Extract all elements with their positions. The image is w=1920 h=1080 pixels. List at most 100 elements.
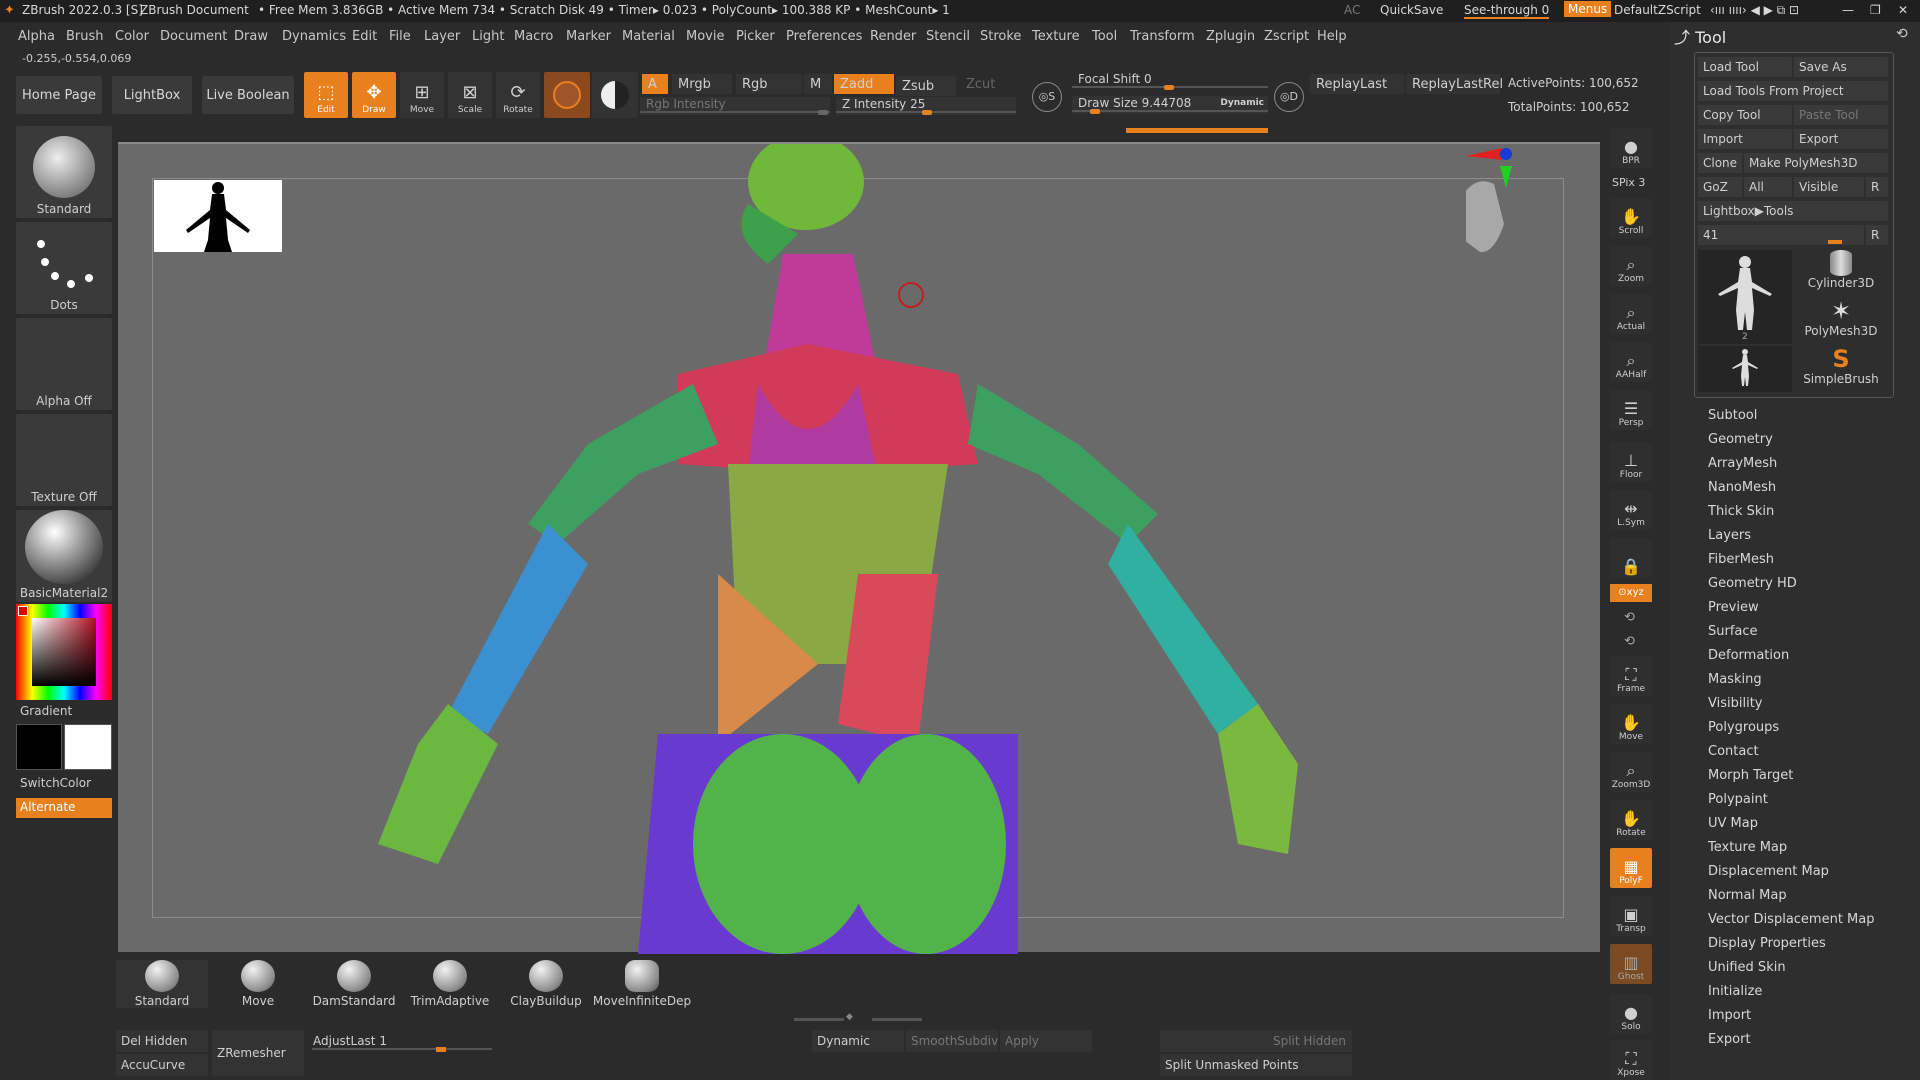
secondary-color-swatch[interactable] [16,724,62,770]
polymesh3d-tool[interactable]: ✶ PolyMesh3D [1794,298,1888,344]
brush-selector[interactable]: Standard [16,126,112,218]
accucurve-button[interactable]: AccuCurve [116,1054,208,1076]
zcut-button[interactable]: Zcut [960,74,1018,94]
subpalette-geometry[interactable]: Geometry [1708,432,1773,447]
texture-selector[interactable]: Texture Off [16,414,112,506]
subpalette-polygroups[interactable]: Polygroups [1708,720,1779,735]
rotate-y-icon[interactable]: ⟲ [1624,610,1635,625]
edit-mode-button[interactable]: ⬚ Edit [304,72,348,118]
subpalette-normal-map[interactable]: Normal Map [1708,888,1787,903]
subpalette-masking[interactable]: Masking [1708,672,1762,687]
brush-damstandard[interactable]: DamStandard [308,960,400,1008]
main-color-swatch[interactable] [64,724,112,770]
menu-zplugin[interactable]: Zplugin [1206,29,1255,44]
color-picker[interactable] [16,604,112,700]
frame-button[interactable]: ⛶ Frame [1610,656,1652,696]
goz-all-button[interactable]: All [1744,177,1792,197]
brush-move[interactable]: Move [212,960,304,1008]
xpose-button[interactable]: ⛶ Xpose [1610,1040,1652,1080]
quicksave-button[interactable]: QuickSave [1380,3,1443,17]
del-hidden-button[interactable]: Del Hidden [116,1030,208,1052]
goz-button[interactable]: GoZ [1698,177,1742,197]
subpalette-thick-skin[interactable]: Thick Skin [1708,504,1774,519]
menu-material[interactable]: Material [622,29,675,44]
menu-macro[interactable]: Macro [514,29,553,44]
z-intensity-slider[interactable]: Z Intensity 25 [836,97,1016,115]
shelf-collapse-handle[interactable]: ◆ [794,1012,924,1022]
rgb-button[interactable]: Rgb [736,74,802,94]
subpalette-geometry-hd[interactable]: Geometry HD [1708,576,1797,591]
zremesher-button[interactable]: ZRemesher [212,1030,304,1076]
rotate-z-icon[interactable]: ⟲ [1624,634,1635,649]
copy-tool-button[interactable]: Copy Tool [1698,105,1792,125]
tool-count-slider[interactable]: 41 [1698,225,1864,245]
goz-r-button[interactable]: R [1866,177,1888,197]
menu-document[interactable]: Document [160,29,227,44]
move-mode-button[interactable]: ⊞ Move [400,72,444,118]
navigation-gizmo[interactable] [1460,144,1526,277]
default-zscript-button[interactable]: DefaultZScript [1614,3,1701,17]
draw-size-dynamic-label[interactable]: Dynamic [1220,98,1264,108]
lock-button[interactable]: 🔒 [1610,538,1652,578]
subpalette-morph-target[interactable]: Morph Target [1708,768,1793,783]
brush-moveinfinitedep[interactable]: MoveInfiniteDep [593,960,691,1008]
subpalette-contact[interactable]: Contact [1708,744,1759,759]
menu-movie[interactable]: Movie [686,29,724,44]
dynamic-subdiv-button[interactable]: Dynamic [812,1030,904,1052]
ac-label[interactable]: AC [1344,3,1360,17]
subpalette-fibermesh[interactable]: FiberMesh [1708,552,1774,567]
subpalette-displacement-map[interactable]: Displacement Map [1708,864,1829,879]
a-button[interactable]: A [642,74,668,94]
zoom-button[interactable]: ⌕ Zoom [1610,246,1652,286]
menu-tool[interactable]: Tool [1092,29,1117,44]
menu-marker[interactable]: Marker [566,29,611,44]
load-tool-button[interactable]: Load Tool [1698,57,1792,77]
subpalette-import[interactable]: Import [1708,1008,1751,1023]
spix-slider[interactable]: SPix 3 [1612,176,1645,189]
switch-color-button[interactable]: SwitchColor [20,776,91,790]
draw-size-slider[interactable]: Draw Size 9.44708 Dynamic [1072,96,1268,114]
menu-texture[interactable]: Texture [1032,29,1080,44]
subpalette-subtool[interactable]: Subtool [1708,408,1757,423]
clone-button[interactable]: Clone [1698,153,1742,173]
see-through-slider[interactable]: See-through 0 [1464,3,1550,19]
layout-arrows-icon[interactable]: ‹ııı ıııı› ◀ ▶ ⧉ ⊡ [1710,3,1799,18]
minimize-icon[interactable]: — [1842,3,1854,17]
menu-transform[interactable]: Transform [1130,29,1195,44]
subpalette-polypaint[interactable]: Polypaint [1708,792,1768,807]
load-tools-from-project-button[interactable]: Load Tools From Project [1698,81,1888,101]
canvas-viewport[interactable] [118,142,1600,954]
tool-count-r-button[interactable]: R [1866,225,1888,245]
ghost-button[interactable]: ▥ Ghost [1610,944,1652,984]
figure-subtool-thumbnail[interactable] [1698,346,1792,392]
aahalf-button[interactable]: ⌕ AAHalf [1610,342,1652,382]
lazy-mouse-s-icon[interactable]: ◎S [1032,82,1062,112]
split-unmasked-points-button[interactable]: Split Unmasked Points [1160,1054,1352,1076]
solo-button[interactable]: ● Solo [1610,994,1652,1034]
transp-button[interactable]: ▣ Transp [1610,896,1652,936]
material-selector[interactable]: BasicMaterial2 [16,510,112,602]
menu-file[interactable]: File [389,29,411,44]
subpalette-visibility[interactable]: Visibility [1708,696,1762,711]
menu-draw[interactable]: Draw [234,29,268,44]
import-button[interactable]: Import [1698,129,1792,149]
menu-stencil[interactable]: Stencil [926,29,970,44]
gradient-label[interactable]: Gradient [20,704,72,718]
menu-stroke[interactable]: Stroke [980,29,1021,44]
make-polymesh3d-button[interactable]: Make PolyMesh3D [1744,153,1888,173]
mrgb-button[interactable]: Mrgb [672,74,732,94]
zoom3d-button[interactable]: ⌕ Zoom3D [1610,752,1652,792]
rotate-mode-button[interactable]: ⟳ Rotate [496,72,540,118]
menu-edit[interactable]: Edit [352,29,377,44]
subpalette-preview[interactable]: Preview [1708,600,1759,615]
rgb-intensity-slider[interactable]: Rgb Intensity [640,97,830,115]
replay-last-button[interactable]: ReplayLast [1310,74,1404,94]
subpalette-arraymesh[interactable]: ArrayMesh [1708,456,1777,471]
subpalette-unified-skin[interactable]: Unified Skin [1708,960,1786,975]
xyz-button[interactable]: ⊙xyz [1610,584,1652,602]
lightbox-tools-button[interactable]: Lightbox▶Tools [1698,201,1888,221]
simplebrush-tool[interactable]: S SimpleBrush [1794,346,1888,392]
goz-visible-button[interactable]: Visible [1794,177,1864,197]
zsub-button[interactable]: Zsub [896,76,956,96]
menus-button[interactable]: Menus [1564,1,1612,17]
